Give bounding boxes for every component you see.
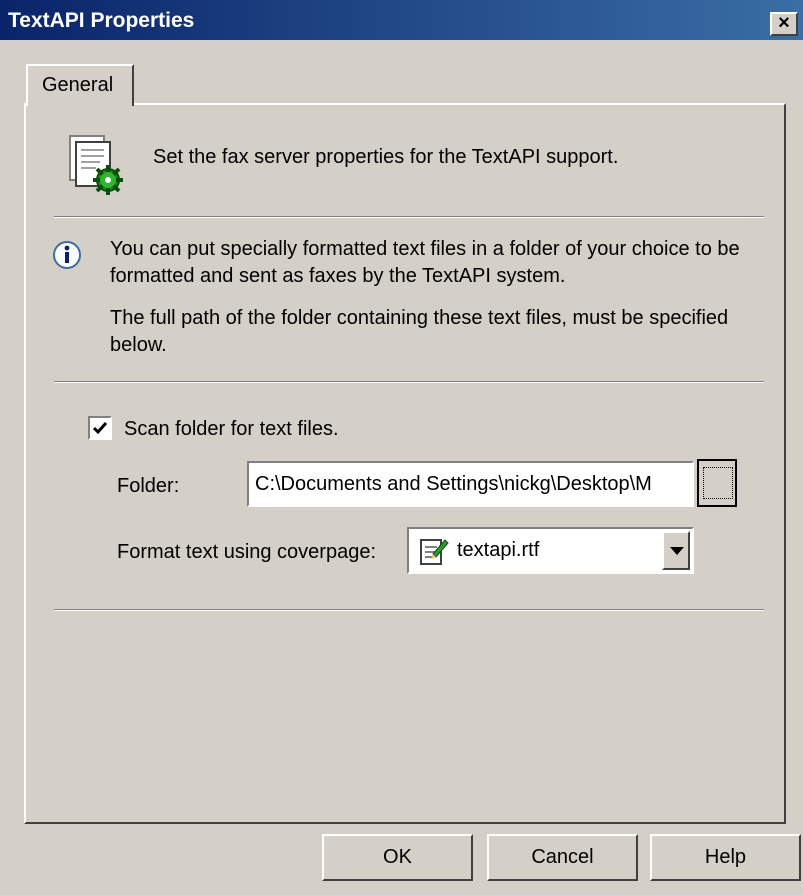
divider: [54, 216, 764, 218]
title-bar: TextAPI Properties ×: [0, 0, 803, 40]
coverpage-label: Format text using coverpage:: [117, 541, 377, 563]
info-text-1: You can put specially formatted text fil…: [110, 238, 740, 287]
help-button[interactable]: Help: [650, 834, 801, 881]
window-title: TextAPI Properties: [8, 9, 195, 32]
dropdown-arrow-icon: [670, 547, 684, 555]
cancel-button[interactable]: Cancel: [487, 834, 638, 881]
tab-general-label: General: [42, 74, 114, 96]
divider: [54, 609, 764, 611]
coverpage-file-icon: [419, 536, 449, 566]
folder-input[interactable]: C:\Documents and Settings\nickg\Desktop\…: [247, 461, 694, 507]
browse-icon: [703, 467, 733, 499]
scan-folder-label[interactable]: Scan folder for text files.: [124, 418, 339, 441]
info-text-2: The full path of the folder containing t…: [110, 307, 729, 356]
divider: [54, 381, 764, 383]
coverpage-select[interactable]: textapi.rtf: [407, 527, 694, 574]
close-button[interactable]: ×: [770, 12, 798, 36]
close-icon: ×: [778, 12, 790, 34]
dropdown-button[interactable]: [662, 531, 690, 570]
coverpage-selected-value: textapi.rtf: [457, 539, 540, 561]
tab-general[interactable]: General: [26, 64, 134, 106]
checkmark-icon: [92, 422, 108, 435]
scan-folder-checkbox[interactable]: [88, 416, 112, 440]
description-text: Set the fax server properties for the Te…: [153, 146, 619, 168]
document-settings-icon: [66, 134, 124, 196]
ok-button[interactable]: OK: [322, 834, 473, 881]
browse-button[interactable]: [697, 459, 737, 507]
info-icon: [52, 240, 82, 270]
folder-label: Folder:: [117, 475, 180, 497]
